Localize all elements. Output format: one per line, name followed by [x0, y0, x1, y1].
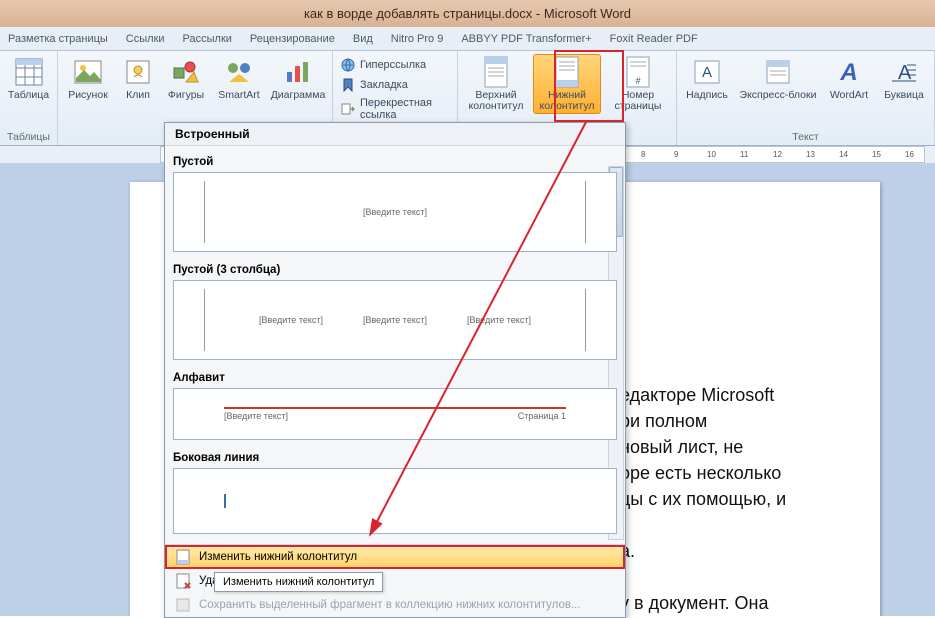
preview-blank[interactable]: [Введите текст]	[173, 172, 617, 252]
header-icon	[480, 56, 512, 88]
tooltip-edit-footer: Изменить нижний колонтитул	[214, 572, 383, 592]
doc-text: оре есть несколько	[620, 463, 781, 483]
clip-button[interactable]: Клип	[117, 54, 159, 103]
shapes-icon	[170, 56, 202, 88]
footer-icon	[551, 56, 583, 88]
svg-text:#: #	[635, 76, 640, 86]
edit-footer-icon	[175, 549, 191, 565]
wordart-icon: A	[833, 56, 865, 88]
crossref-icon	[340, 101, 356, 117]
smartart-button[interactable]: SmartArt	[213, 54, 265, 103]
section-alphabet: Алфавит	[173, 366, 617, 388]
section-blank3: Пустой (3 столбца)	[173, 258, 617, 280]
tab-nitro[interactable]: Nitro Pro 9	[391, 33, 444, 45]
dropcap-icon: A	[888, 56, 920, 88]
header-button[interactable]: Верхний колонтитул	[462, 54, 530, 114]
placeholder-text: [Введите текст]	[259, 315, 323, 325]
tab-abbyy[interactable]: ABBYY PDF Transformer+	[461, 33, 591, 45]
hyperlink-button[interactable]: Гиперссылка	[337, 56, 453, 74]
remove-footer-icon	[175, 573, 191, 589]
doc-text: едакторе Microsoft	[620, 385, 774, 405]
title-bar: как в ворде добавлять страницы.docx - Mi…	[0, 0, 935, 27]
tab-review[interactable]: Рецензирование	[250, 33, 335, 45]
section-blank: Пустой	[173, 150, 617, 172]
preview-blank3[interactable]: [Введите текст] [Введите текст] [Введите…	[173, 280, 617, 360]
preview-alphabet[interactable]: [Введите текст] Страница 1	[173, 388, 617, 440]
save-gallery-icon	[175, 597, 191, 613]
shapes-button[interactable]: Фигуры	[162, 54, 210, 103]
bookmark-button[interactable]: Закладка	[337, 76, 453, 94]
quickparts-button[interactable]: Экспресс-блоки	[736, 54, 820, 103]
page-number-text: Страница 1	[518, 411, 566, 421]
placeholder-text: [Введите текст]	[467, 315, 531, 325]
pagenumber-icon: #	[622, 56, 654, 88]
quickparts-icon	[762, 56, 794, 88]
group-label-tables: Таблицы	[4, 129, 53, 145]
group-label-text: Текст	[681, 129, 930, 145]
tab-view[interactable]: Вид	[353, 33, 373, 45]
doc-text: у в документ. Она	[620, 593, 768, 613]
tab-page-layout[interactable]: Разметка страницы	[8, 33, 108, 45]
footer-dropdown: Встроенный Пустой [Введите текст] Пустой…	[164, 122, 626, 618]
table-icon	[13, 56, 45, 88]
svg-text:A: A	[839, 59, 857, 86]
edit-footer-label: Изменить нижний колонтитул	[199, 551, 357, 563]
tab-references[interactable]: Ссылки	[126, 33, 165, 45]
svg-text:A: A	[702, 64, 712, 81]
group-tables: Таблица Таблицы	[0, 51, 58, 145]
dropdown-body[interactable]: Пустой [Введите текст] Пустой (3 столбца…	[165, 146, 625, 544]
picture-icon	[72, 56, 104, 88]
placeholder-text: [Введите текст]	[224, 411, 288, 421]
save-gallery-label: Сохранить выделенный фрагмент в коллекци…	[199, 599, 581, 611]
placeholder-text: [Введите текст]	[363, 207, 427, 217]
table-button[interactable]: Таблица	[4, 54, 53, 103]
section-sideline: Боковая линия	[173, 446, 617, 468]
dropcap-button[interactable]: AБуквица	[878, 54, 930, 103]
edit-footer-item[interactable]: Изменить нижний колонтитул	[165, 545, 625, 569]
picture-button[interactable]: Рисунок	[62, 54, 114, 103]
wordart-button[interactable]: AWordArt	[823, 54, 875, 103]
tab-foxit[interactable]: Foxit Reader PDF	[610, 33, 698, 45]
bookmark-icon	[340, 77, 356, 93]
doc-text: цы с их помощью, и	[620, 489, 786, 509]
textbox-button[interactable]: AНадпись	[681, 54, 733, 103]
smartart-icon	[223, 56, 255, 88]
placeholder-text: [Введите текст]	[363, 315, 427, 325]
save-to-gallery-item: Сохранить выделенный фрагмент в коллекци…	[165, 593, 625, 617]
clip-icon	[122, 56, 154, 88]
footer-button[interactable]: Нижний колонтитул	[533, 54, 601, 114]
textbox-icon: A	[691, 56, 723, 88]
pagenumber-button[interactable]: #Номер страницы	[604, 54, 672, 114]
chart-icon	[282, 56, 314, 88]
preview-sideline[interactable]	[173, 468, 617, 534]
window-title: как в ворде добавлять страницы.docx - Mi…	[304, 6, 631, 21]
ribbon-tabs: Разметка страницы Ссылки Рассылки Реценз…	[0, 27, 935, 51]
dropdown-header: Встроенный	[165, 123, 625, 146]
tab-mailings[interactable]: Рассылки	[183, 33, 232, 45]
crossref-button[interactable]: Перекрестная ссылка	[337, 96, 453, 122]
chart-button[interactable]: Диаграмма	[268, 54, 328, 103]
doc-text: новый лист, не	[620, 437, 743, 457]
hyperlink-icon	[340, 57, 356, 73]
group-text: AНадпись Экспресс-блоки AWordArt AБуквиц…	[677, 51, 935, 145]
doc-text: ри полном	[620, 411, 707, 431]
